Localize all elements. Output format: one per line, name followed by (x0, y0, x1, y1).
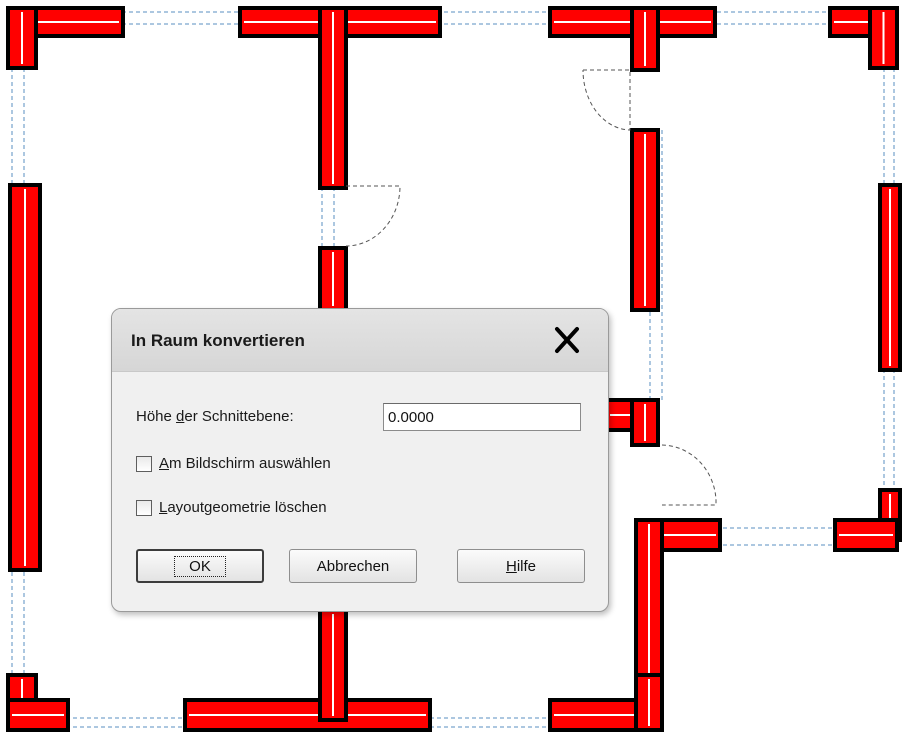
delete-layout-geometry-label[interactable]: Layoutgeometrie löschen (159, 499, 327, 516)
help-button[interactable]: Hilfe (457, 549, 585, 583)
dialog-title: In Raum konvertieren (131, 331, 305, 350)
label-part: m Bildschirm auswählen (169, 455, 331, 472)
label-part: er Schnittebene: (184, 408, 294, 425)
door-swing-arc (345, 185, 401, 247)
label-part: ayoutgeometrie löschen (167, 499, 327, 516)
door-swing-arc (661, 444, 717, 506)
ok-button[interactable]: OK (136, 549, 264, 583)
delete-layout-geometry-checkbox[interactable] (136, 500, 152, 516)
select-on-screen-checkbox[interactable] (136, 456, 152, 472)
ok-button-label: OK (174, 555, 226, 577)
convert-to-room-dialog: In Raum konvertieren Höhe der Schnittebe… (111, 308, 609, 612)
label-part: Höhe (136, 408, 177, 425)
cancel-button-label: Abbrechen (316, 557, 390, 575)
cancel-button[interactable]: Abbrechen (289, 549, 417, 583)
help-button-label: Hilfe (506, 558, 536, 575)
label-part: ilfe (516, 557, 537, 575)
select-on-screen-label[interactable]: Am Bildschirm auswählen (159, 455, 331, 472)
dialog-titlebar: In Raum konvertieren (112, 309, 608, 372)
door-swing-arc (582, 69, 631, 131)
close-x-icon[interactable] (548, 323, 586, 357)
label-mnemonic: A (159, 455, 170, 472)
section-height-input[interactable] (383, 403, 581, 431)
section-height-label: Höhe der Schnittebene: (136, 408, 294, 425)
label-mnemonic: H (505, 557, 517, 575)
